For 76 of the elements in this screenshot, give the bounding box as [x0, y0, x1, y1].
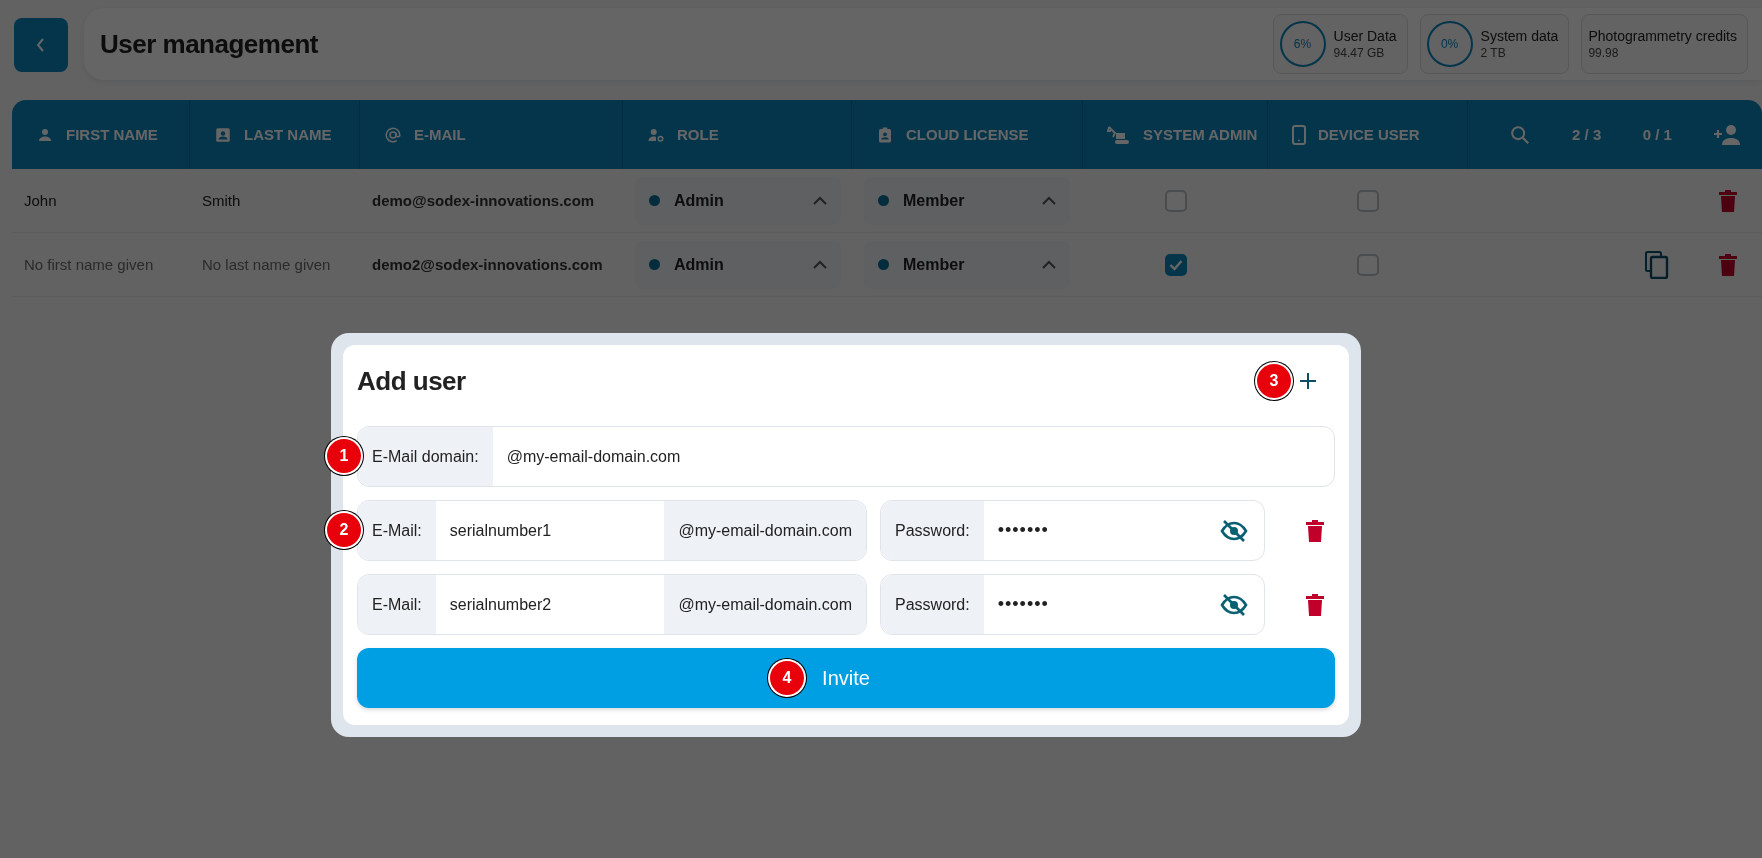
checkbox[interactable] — [1357, 253, 1379, 276]
check-icon — [1168, 258, 1183, 271]
domain-suffix: @my-email-domain.com — [664, 575, 866, 634]
dialog-title: Add user — [357, 365, 466, 397]
trash-icon[interactable] — [1306, 593, 1324, 616]
page-title: User management — [100, 28, 318, 60]
checkbox[interactable] — [1357, 189, 1379, 212]
domain-suffix: @my-email-domain.com — [664, 501, 866, 560]
plus-icon[interactable] — [1299, 372, 1317, 390]
status-dot — [649, 195, 660, 206]
column-header: SYSTEM ADMIN — [1143, 126, 1258, 143]
chevron-left-icon — [35, 38, 47, 52]
callout-badge: 1 — [327, 439, 361, 473]
search-icon[interactable] — [1508, 123, 1531, 146]
column-header: ROLE — [677, 126, 719, 143]
email-field[interactable]: E-Mail: serialnumber2 @my-email-domain.com — [357, 574, 867, 635]
stat-value: 99.98 — [1588, 46, 1620, 60]
column-header: LAST NAME — [244, 126, 332, 143]
add-user-icon[interactable] — [1713, 123, 1742, 146]
eye-slash-icon[interactable] — [1220, 518, 1248, 543]
phone-icon — [1292, 124, 1306, 145]
status-dot — [878, 259, 889, 270]
last-name-cell: No last name given — [202, 256, 331, 273]
column-header: FIRST NAME — [66, 126, 158, 143]
badge-icon — [876, 125, 894, 144]
field-value: serialnumber1 — [448, 520, 553, 541]
first-name-cell: No first name given — [24, 256, 154, 273]
caret-icon — [1042, 196, 1056, 205]
stat-label: Photogrammetry credits — [1588, 28, 1737, 44]
usage-ring: 6% — [1279, 21, 1326, 67]
callout-badge: 4 — [770, 661, 804, 695]
email-cell: demo@sodex-innovations.com — [372, 192, 595, 209]
status-dot — [649, 259, 660, 270]
checkbox[interactable] — [1164, 253, 1187, 276]
field-value: serialnumber2 — [448, 594, 553, 615]
id-card-icon — [214, 125, 232, 144]
caret-icon — [1042, 260, 1056, 269]
column-header: DEVICE USER — [1318, 126, 1420, 143]
column-header: CLOUD LICENSE — [906, 126, 1029, 143]
page-counter: 2 / 3 — [1572, 126, 1602, 143]
stat-label: User Data — [1333, 28, 1397, 44]
at-sign-icon — [384, 125, 402, 144]
field-label: E-Mail: — [358, 501, 436, 560]
password-value: ••••••• — [996, 593, 1050, 616]
trash-icon[interactable] — [1306, 519, 1324, 542]
field-label: Password: — [881, 501, 984, 560]
user-counter: 0 / 1 — [1642, 126, 1672, 143]
status-dot — [878, 195, 889, 206]
first-name-cell: John — [24, 192, 57, 209]
stat-value: 2 TB — [1480, 46, 1507, 60]
trash-icon[interactable] — [1719, 253, 1737, 276]
field-value: @my-email-domain.com — [505, 446, 682, 467]
trash-icon[interactable] — [1719, 189, 1737, 212]
last-name-cell: Smith — [202, 192, 241, 209]
column-header: E-MAIL — [414, 126, 466, 143]
excavator-icon — [1107, 124, 1131, 145]
checkbox[interactable] — [1164, 189, 1187, 212]
callout-badge: 2 — [327, 513, 361, 547]
password-field[interactable]: Password: ••••••• — [880, 500, 1265, 561]
back-button[interactable] — [14, 18, 68, 72]
copy-icon[interactable] — [1645, 250, 1669, 279]
usage-ring: 0% — [1426, 21, 1473, 67]
stat-value: 94.47 GB — [1333, 46, 1386, 60]
email-field[interactable]: E-Mail: serialnumber1 @my-email-domain.com — [357, 500, 867, 561]
field-label: E-Mail domain: — [358, 427, 493, 486]
caret-icon — [813, 260, 827, 269]
email-cell: demo2@sodex-innovations.com — [372, 256, 603, 273]
password-value: ••••••• — [996, 519, 1050, 542]
password-field[interactable]: Password: ••••••• — [880, 574, 1265, 635]
stat-label: System data — [1480, 28, 1559, 44]
field-label: Password: — [881, 575, 984, 634]
field-label: E-Mail: — [358, 575, 436, 634]
eye-slash-icon[interactable] — [1220, 592, 1248, 617]
callout-badge: 3 — [1257, 364, 1291, 398]
caret-icon — [813, 196, 827, 205]
domain-field[interactable]: E-Mail domain: @my-email-domain.com — [357, 426, 1335, 487]
